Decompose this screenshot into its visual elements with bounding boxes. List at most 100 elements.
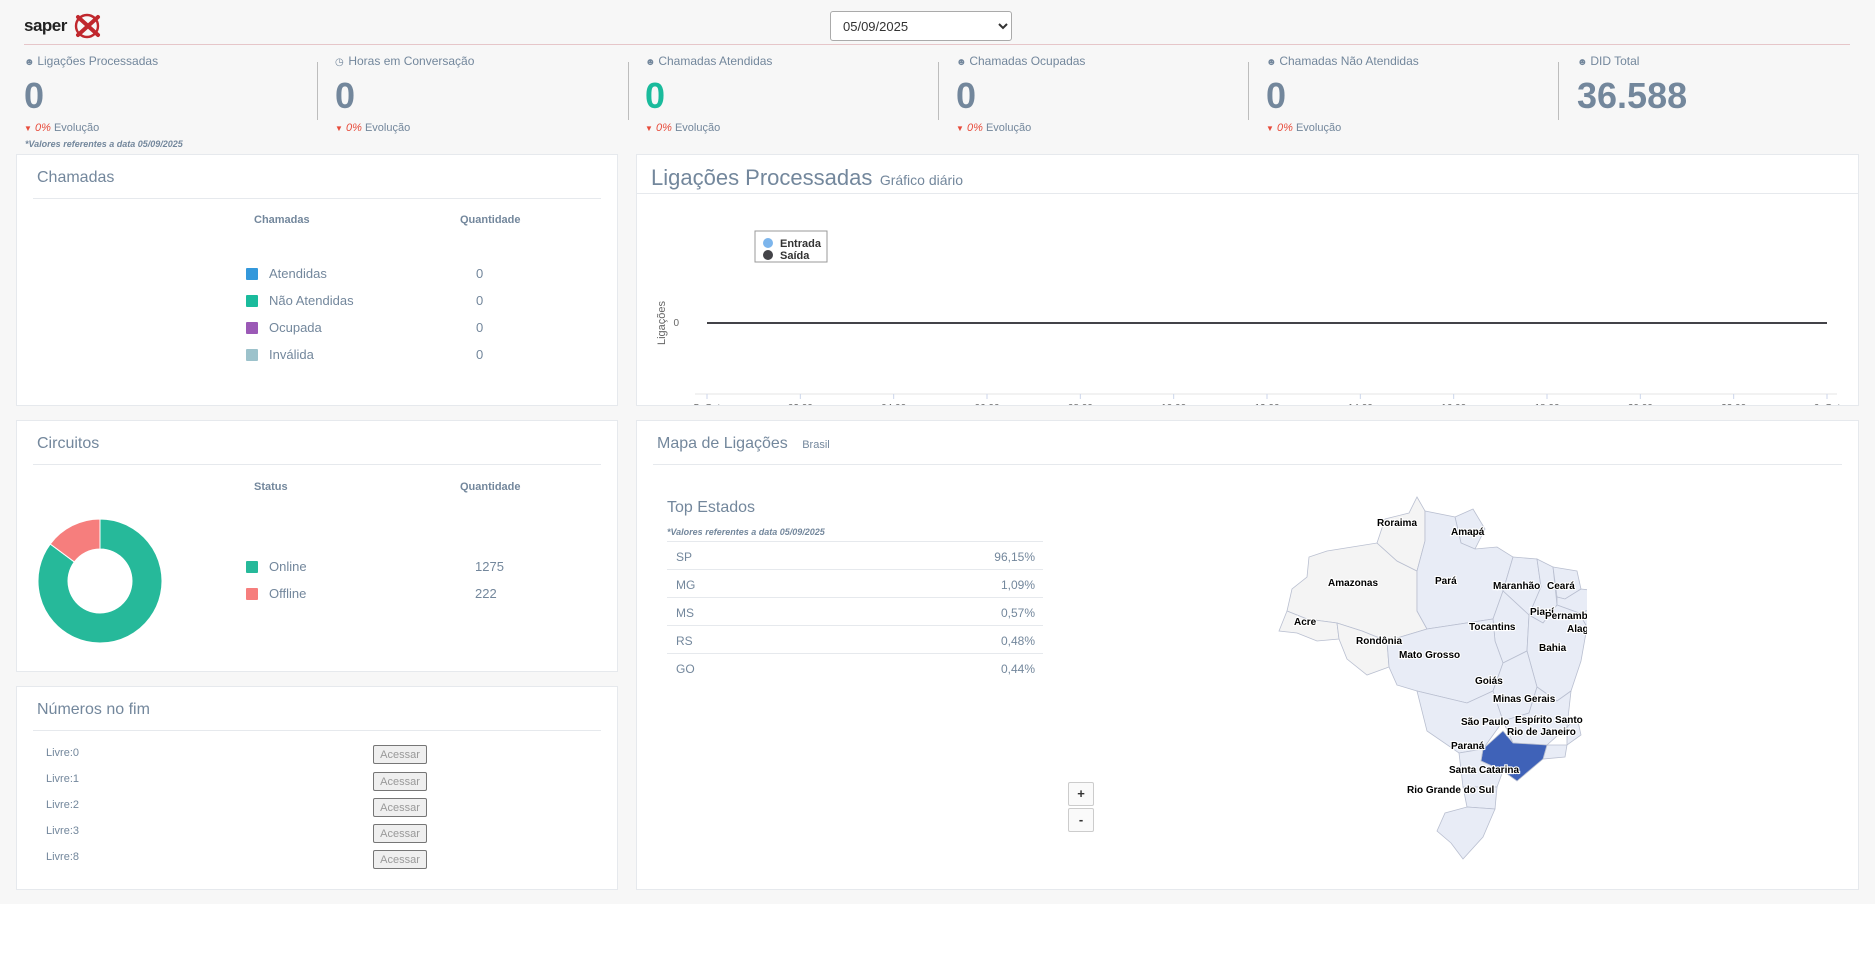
top-estado-row: MS 0,57% — [667, 597, 1043, 626]
top-estado-row: SP 96,15% — [667, 541, 1043, 570]
chart-title: Ligações Processadas — [651, 165, 873, 190]
caret-down-icon: ▼ — [24, 124, 32, 133]
mapa-panel: Mapa de Ligações Brasil Top Estados *Val… — [636, 420, 1859, 890]
map-label-parana: Paraná — [1451, 741, 1485, 752]
chart-legend: EntradaSaída — [754, 230, 828, 263]
user-icon: ☻ — [1577, 57, 1588, 68]
acessar-button[interactable]: Acessar — [373, 824, 427, 843]
panel-subtitle: Brasil — [802, 439, 830, 451]
chamadas-panel: Chamadas Chamadas Quantidade Atendidas 0… — [16, 154, 618, 406]
map-label-para: Pará — [1435, 576, 1457, 587]
chart-subtitle: Gráfico diário — [879, 172, 964, 188]
header-divider — [24, 44, 1850, 45]
caret-down-icon: ▼ — [956, 124, 964, 133]
panel-title: Números no fim — [37, 701, 150, 718]
kpi-label: Horas em Conversação — [348, 54, 475, 68]
col-header-status: Status — [254, 481, 288, 493]
map-label-rio-de-janeiro: Rio de Janeiro — [1507, 727, 1576, 738]
legend-qty: 0 — [476, 293, 484, 308]
panel-title: Chamadas — [37, 169, 115, 186]
kpi-value: 36.588 — [1577, 75, 1688, 116]
legend-qty: 222 — [475, 586, 497, 601]
logo-x-icon — [74, 13, 100, 39]
kpi-value: 0 — [24, 75, 45, 116]
legend-marker — [763, 238, 773, 248]
y-axis-title: Ligações — [656, 300, 668, 345]
x-tick-label: 12:00 — [1254, 403, 1279, 405]
x-tick-label: 02:00 — [788, 403, 813, 405]
map-label-santa-catarina: Santa Catarina — [1449, 765, 1519, 776]
panel-title: Mapa de Ligações — [657, 435, 788, 452]
color-swatch — [246, 322, 258, 334]
top-estados-title: Top Estados — [667, 499, 756, 516]
x-tick-label: 16:00 — [1441, 403, 1466, 405]
kpi-value: 0 — [645, 75, 666, 116]
caret-down-icon: ▼ — [335, 124, 343, 133]
map-label-minas-gerais: Minas Gerais — [1493, 694, 1556, 705]
kpi-evo-pct: 0% — [1276, 122, 1293, 134]
map-label-maranhao: Maranhão — [1493, 581, 1540, 592]
color-swatch — [246, 295, 258, 307]
top-estado-row: MG 1,09% — [667, 569, 1043, 598]
caret-down-icon: ▼ — [1266, 124, 1274, 133]
map-zoom-in-button[interactable]: + — [1068, 782, 1094, 806]
kpi-value: 0 — [335, 75, 356, 116]
top-estado-row: GO 0,44% — [667, 653, 1043, 682]
legend-label[interactable]: Entrada — [780, 238, 822, 250]
map-label-pernambuco: Pernambuco — [1545, 611, 1587, 622]
kpi-note: *Valores referentes a data 05/09/2025 — [25, 139, 183, 149]
color-swatch — [246, 349, 258, 361]
panel-title: Circuitos — [37, 435, 100, 452]
brazil-map[interactable]: Roraima Amapá Amazonas Pará Maranhão Cea… — [1267, 491, 1587, 861]
kpi-evo-label: Evolução — [985, 122, 1032, 134]
user-icon: ☻ — [956, 57, 967, 68]
col-header-quantidade: Quantidade — [460, 214, 521, 226]
x-tick-label: 5. Oct — [694, 403, 721, 405]
legend-label: Online — [269, 559, 307, 574]
legend-label[interactable]: Saída — [780, 250, 810, 262]
legend-marker — [763, 250, 773, 260]
map-label-amazonas: Amazonas — [1328, 578, 1378, 589]
legend-qty: 0 — [476, 320, 484, 335]
x-tick-label: 22:00 — [1721, 403, 1746, 405]
ligacoes-chart-panel: Ligações Processadas Gráfico diário 5. O… — [636, 154, 1859, 406]
kpi-did-total: ☻ DID Total 36.588 — [1577, 54, 1687, 126]
state-code: RS — [676, 634, 693, 648]
legend-label: Inválida — [269, 347, 314, 362]
acessar-button[interactable]: Acessar — [373, 798, 427, 817]
legend-label: Offline — [269, 586, 307, 601]
col-header-quantidade: Quantidade — [460, 481, 521, 493]
acessar-button[interactable]: Acessar — [373, 850, 427, 869]
x-tick-label: 14:00 — [1348, 403, 1373, 405]
kpi-label: Ligações Processadas — [37, 54, 159, 68]
map-label-goias: Goiás — [1475, 676, 1503, 687]
kpi-horas-conversacao: ◷ Horas em Conversação 0 ▼ 0% Evolução — [335, 54, 475, 134]
kpi-evo-label: Evolução — [674, 122, 721, 134]
kpi-evo-label: Evolução — [1295, 122, 1342, 134]
col-header-chamadas: Chamadas — [254, 214, 310, 226]
state-rio-grande-do-sul[interactable] — [1436, 806, 1496, 860]
kpi-evo-label: Evolução — [364, 122, 411, 134]
kpi-label: Chamadas Atendidas — [658, 54, 773, 68]
legend-qty: 0 — [476, 266, 484, 281]
map-label-roraima: Roraima — [1377, 518, 1417, 529]
state-pct: 96,15% — [994, 550, 1035, 564]
x-tick-label: 20:00 — [1628, 403, 1653, 405]
clock-icon: ◷ — [335, 57, 344, 68]
dashboard: saper 05/09/2025 ☻ Ligações Processadas … — [0, 0, 1875, 904]
top-estado-row: RS 0,48% — [667, 625, 1043, 654]
acessar-button[interactable]: Acessar — [373, 745, 427, 764]
numero-label: Livre:8 — [46, 851, 80, 863]
state-pct: 0,44% — [1000, 662, 1035, 676]
kpi-separator — [628, 62, 629, 120]
map-label-rondonia: Rondônia — [1356, 636, 1403, 647]
saperx-logo[interactable]: saper — [24, 12, 104, 42]
user-icon: ☻ — [645, 57, 656, 68]
state-pct: 1,09% — [1000, 578, 1035, 592]
state-pct: 0,57% — [1000, 606, 1035, 620]
logo-text: saper — [24, 16, 67, 35]
date-select[interactable]: 05/09/2025 — [830, 11, 1012, 41]
map-zoom-out-button[interactable]: - — [1068, 808, 1094, 832]
kpi-evo-label: Evolução — [53, 122, 100, 134]
acessar-button[interactable]: Acessar — [373, 772, 427, 791]
